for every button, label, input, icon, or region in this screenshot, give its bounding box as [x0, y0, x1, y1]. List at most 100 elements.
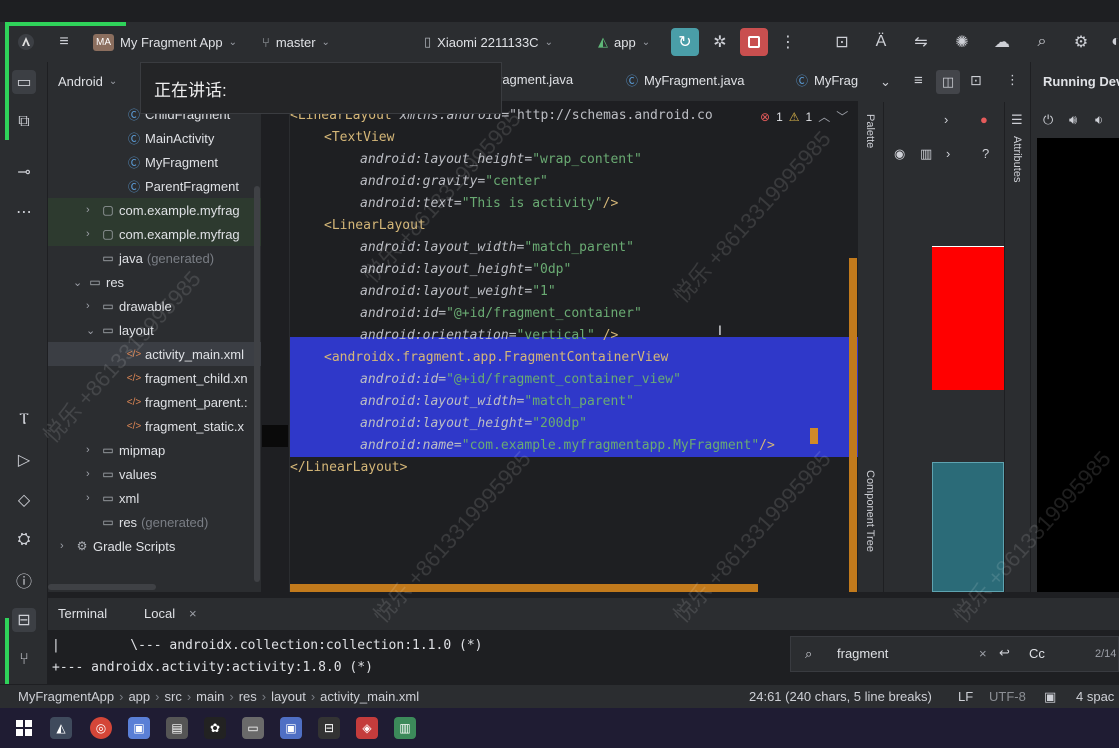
- breadcrumb-item[interactable]: app: [128, 689, 150, 704]
- tree-item[interactable]: Ⓒ MyFragment: [48, 150, 261, 174]
- build-icon[interactable]: Ⲧ: [12, 408, 36, 432]
- translate-icon[interactable]: Ä: [869, 30, 893, 54]
- component-tree-label[interactable]: Component Tree: [864, 470, 876, 552]
- code-view-icon[interactable]: ≡: [914, 72, 923, 89]
- chevron-right-icon[interactable]: ›: [86, 300, 100, 312]
- breadcrumb-item[interactable]: src: [164, 689, 181, 704]
- chevron-right-icon[interactable]: ›: [60, 540, 74, 552]
- breadcrumb-item[interactable]: main: [196, 689, 224, 704]
- editor-v-scrollbar[interactable]: [849, 258, 857, 592]
- match-case-button[interactable]: Cc: [1029, 646, 1045, 661]
- app-task-icon[interactable]: ▣: [280, 717, 302, 739]
- tree-item[interactable]: ⌄ ▭ res: [48, 270, 261, 294]
- windows-start-icon[interactable]: [13, 717, 35, 739]
- more-tools-icon[interactable]: ⋯: [12, 200, 36, 224]
- problems-icon[interactable]: ⓘ: [12, 568, 36, 592]
- chevron-down-icon[interactable]: ⌄: [880, 74, 891, 90]
- project-folder-icon[interactable]: ▭: [12, 70, 36, 94]
- terminal-task-icon[interactable]: ⊟: [318, 717, 340, 739]
- tree-item[interactable]: </> fragment_child.xn: [48, 366, 261, 390]
- breadcrumb-item[interactable]: activity_main.xml: [320, 689, 419, 704]
- tree-item[interactable]: Ⓒ MainActivity: [48, 126, 261, 150]
- stop-icon[interactable]: [740, 28, 768, 56]
- gem-icon[interactable]: ◇: [12, 488, 36, 512]
- line-separator[interactable]: LF: [958, 689, 973, 704]
- git-icon[interactable]: ⑂: [12, 648, 36, 672]
- split-view-icon[interactable]: ◫: [936, 70, 960, 94]
- qq-icon[interactable]: ✿: [204, 717, 226, 739]
- chevron-right-icon[interactable]: ›: [946, 146, 950, 161]
- power-icon[interactable]: ⏻: [1043, 112, 1053, 128]
- tree-item[interactable]: Ⓒ ParentFragment: [48, 174, 261, 198]
- gear-icon[interactable]: ⚙: [1069, 30, 1093, 54]
- caret-position[interactable]: 24:61 (240 chars, 5 line breaks): [749, 689, 932, 704]
- app-quality-icon[interactable]: ⛭: [12, 528, 36, 552]
- search-icon[interactable]: ⌕: [1030, 30, 1054, 54]
- bug-report-icon[interactable]: ✺: [950, 30, 974, 54]
- tree-item[interactable]: › ▭ drawable: [48, 294, 261, 318]
- breadcrumb-item[interactable]: MyFragmentApp: [18, 689, 114, 704]
- account-icon[interactable]: ◐: [1104, 30, 1119, 54]
- run-config-selector[interactable]: ◭ app ⌄: [598, 30, 650, 54]
- chevron-down-icon[interactable]: ⌄: [73, 276, 87, 289]
- clear-icon[interactable]: ×: [979, 646, 987, 661]
- device-screen[interactable]: [1037, 138, 1119, 592]
- android-studio-task-icon[interactable]: ◭: [50, 717, 72, 739]
- eye-icon[interactable]: ◉: [894, 146, 905, 162]
- tree-item[interactable]: › ▢ com.example.myfrag: [48, 198, 261, 222]
- main-menu-icon[interactable]: ≡: [52, 30, 76, 54]
- notifications-icon[interactable]: ▣: [1044, 689, 1056, 705]
- tree-item[interactable]: ▭ java (generated): [48, 246, 261, 270]
- sliders-icon[interactable]: ☰: [1011, 112, 1023, 128]
- tab-myfrag[interactable]: Ⓒ MyFrag: [796, 72, 858, 89]
- more-actions-icon[interactable]: ⋮: [776, 30, 800, 54]
- app-task-icon[interactable]: ▣: [128, 717, 150, 739]
- more-icon[interactable]: ⋮: [1006, 72, 1019, 88]
- terminal-icon[interactable]: ⊟: [12, 608, 36, 632]
- tree-item[interactable]: </> fragment_parent.:: [48, 390, 261, 414]
- file-encoding[interactable]: UTF-8: [989, 689, 1026, 704]
- tree-item[interactable]: › ⚙ Gradle Scripts: [48, 534, 261, 558]
- breadcrumb-item[interactable]: layout: [271, 689, 306, 704]
- tree-item[interactable]: ⌄ ▭ layout: [48, 318, 261, 342]
- device-selector[interactable]: ▯ Xiaomi 2211133C ⌄: [424, 30, 553, 54]
- apply-changes-icon[interactable]: ↻: [671, 28, 699, 56]
- close-icon[interactable]: ×: [189, 606, 197, 621]
- error-badge-icon[interactable]: ●: [980, 112, 988, 127]
- app-task-icon[interactable]: ▥: [394, 717, 416, 739]
- chevron-right-icon[interactable]: ›: [86, 444, 100, 456]
- regex-icon[interactable]: ↩: [999, 645, 1010, 661]
- chevron-up-icon[interactable]: ︿: [818, 108, 830, 125]
- tree-item[interactable]: › ▭ mipmap: [48, 438, 261, 462]
- tab-terminal[interactable]: Terminal: [58, 606, 107, 621]
- volume-up-icon[interactable]: 🔊︎: [1069, 112, 1077, 128]
- folder-task-icon[interactable]: ▭: [242, 717, 264, 739]
- project-view-selector[interactable]: Android ⌄: [58, 74, 117, 89]
- tree-item[interactable]: › ▢ com.example.myfrag: [48, 222, 261, 246]
- indent-setting[interactable]: 4 spac: [1076, 689, 1114, 704]
- tree-item[interactable]: </> fragment_static.x: [48, 414, 261, 438]
- attributes-label[interactable]: Attributes: [1011, 136, 1023, 182]
- design-view-icon[interactable]: ⊡: [970, 72, 982, 89]
- tab-myfragment-java[interactable]: Ⓒ MyFragment.java: [626, 72, 744, 89]
- tab-local[interactable]: Local: [144, 606, 175, 621]
- sync-icon[interactable]: ⇋: [909, 30, 933, 54]
- search-input[interactable]: fragment: [837, 646, 888, 661]
- chevron-right-icon[interactable]: ›: [944, 112, 948, 127]
- chrome-icon[interactable]: ◎: [90, 717, 112, 739]
- app-task-icon[interactable]: ▤: [166, 717, 188, 739]
- tab-fragment-java[interactable]: ragment.java: [498, 72, 573, 87]
- inspection-widget[interactable]: ⊗ 1 ⚠ 1 ︿ ﹀: [760, 108, 849, 125]
- tree-item[interactable]: › ▭ xml: [48, 486, 261, 510]
- tree-item[interactable]: ▭ res (generated): [48, 510, 261, 534]
- chevron-right-icon[interactable]: ›: [86, 468, 100, 480]
- volume-down-icon[interactable]: 🔉︎: [1095, 112, 1103, 128]
- design-surface[interactable]: › ● ◉ ▥ › ?: [884, 102, 1004, 592]
- device-sync-icon[interactable]: ☁: [990, 30, 1014, 54]
- chevron-right-icon[interactable]: ›: [86, 492, 100, 504]
- app-task-icon[interactable]: ◈: [356, 717, 378, 739]
- tree-item[interactable]: </> activity_main.xml: [48, 342, 261, 366]
- project-selector[interactable]: MA My Fragment App ⌄: [93, 30, 237, 54]
- chevron-right-icon[interactable]: ›: [86, 204, 100, 216]
- project-h-scrollbar[interactable]: [48, 584, 156, 590]
